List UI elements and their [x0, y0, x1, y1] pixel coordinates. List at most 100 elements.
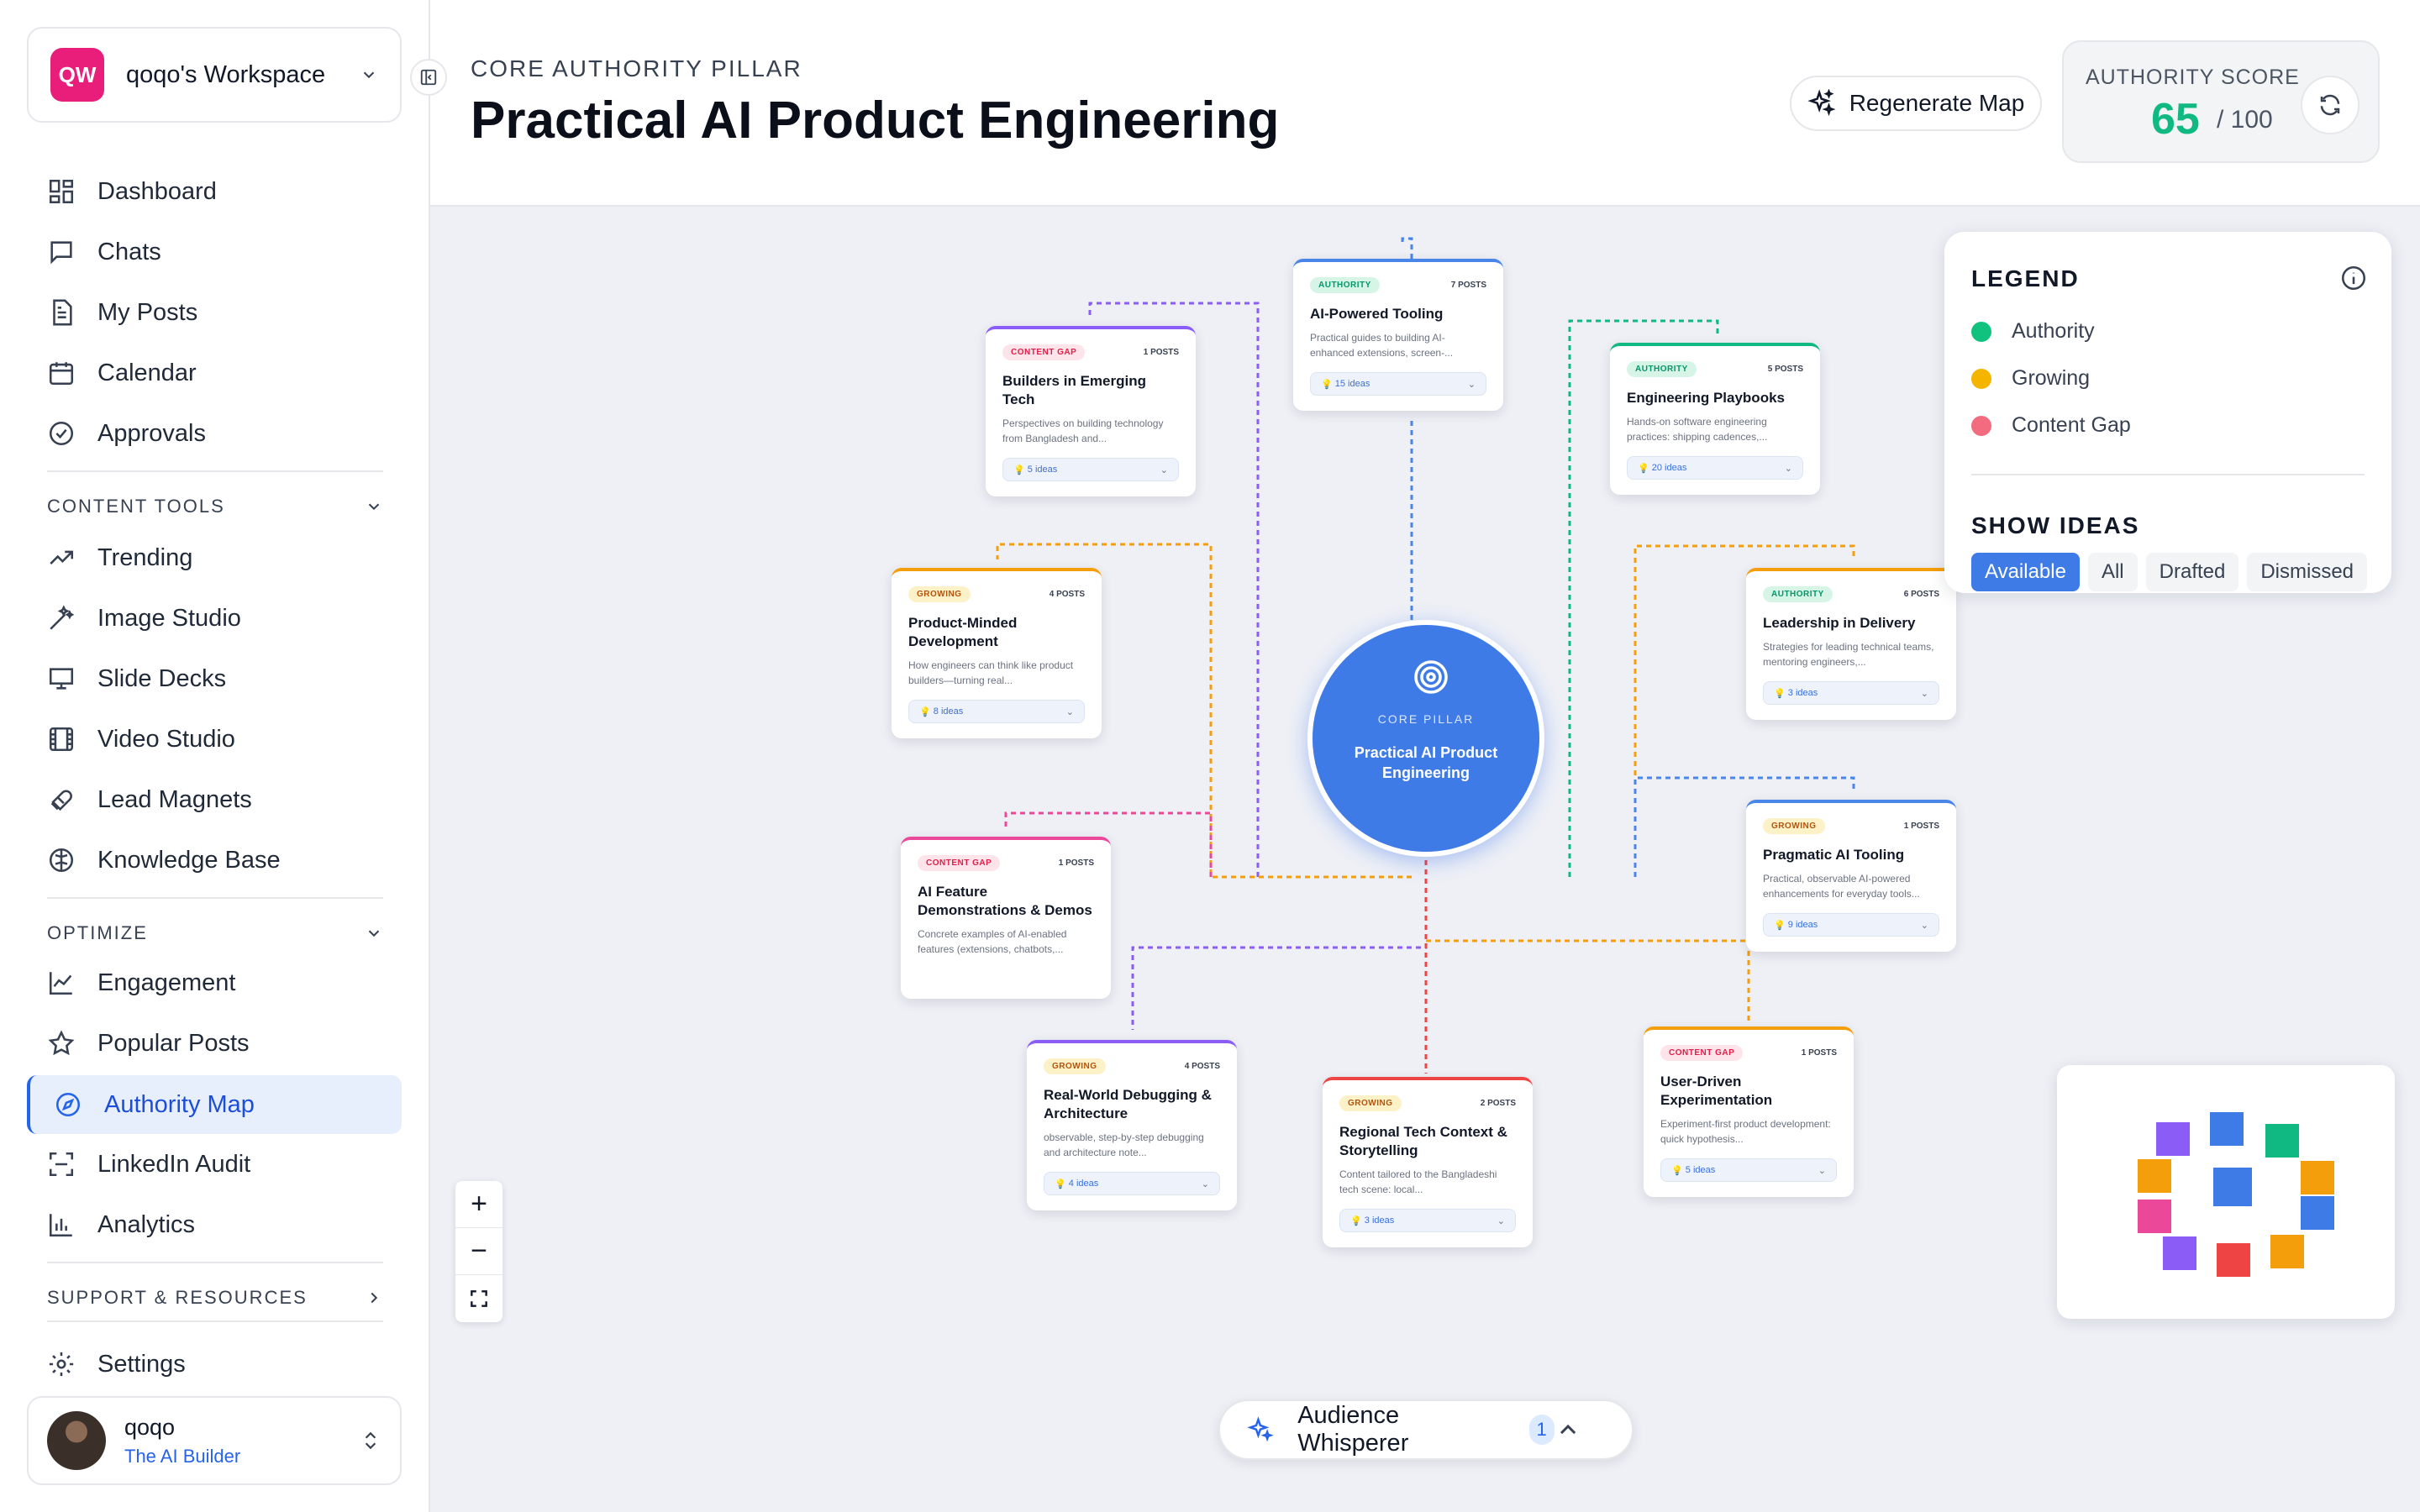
chevron-down-icon: ⌄ [1920, 920, 1928, 931]
card-header: CONTENT GAP 1 POSTS [1002, 344, 1179, 360]
chevron-down-icon: ⌄ [1784, 463, 1792, 474]
topic-card-product-minded[interactable]: GROWING 4 POSTS Product-Minded Developmen… [892, 568, 1102, 738]
ideas-dropdown[interactable]: 💡 4 ideas ⌄ [1044, 1172, 1220, 1195]
workspace-switcher[interactable]: QW qoqo's Workspace [27, 27, 402, 123]
ideas-dropdown[interactable]: 💡 5 ideas ⌄ [1660, 1158, 1837, 1182]
ideas-dropdown[interactable]: 💡 3 ideas ⌄ [1339, 1209, 1516, 1232]
nav-label: Image Studio [97, 604, 241, 632]
divider [47, 470, 383, 472]
section-content-tools[interactable]: CONTENT TOOLS [47, 496, 383, 517]
topic-card-regional[interactable]: GROWING 2 POSTS Regional Tech Context & S… [1323, 1077, 1533, 1247]
topic-card-leadership[interactable]: AUTHORITY 6 POSTS Leadership in Delivery … [1746, 568, 1956, 720]
minimap[interactable] [2057, 1065, 2395, 1319]
user-menu[interactable]: qoqo The AI Builder [27, 1396, 402, 1485]
nav-knowledge-base[interactable]: Knowledge Base [34, 833, 400, 887]
ideas-dropdown[interactable]: 💡 20 ideas ⌄ [1627, 456, 1803, 480]
ideas-dropdown[interactable]: 💡 3 ideas ⌄ [1763, 681, 1939, 705]
topic-card-experimentation[interactable]: CONTENT GAP 1 POSTS User-Driven Experimen… [1644, 1026, 1854, 1197]
sidebar: QW qoqo's Workspace Dashboard Chats My P… [0, 0, 430, 1512]
nav-trending[interactable]: Trending [34, 531, 400, 585]
nav-chats[interactable]: Chats [34, 225, 400, 279]
notification-count: 1 [1528, 1415, 1555, 1445]
nav-settings[interactable]: Settings [34, 1337, 400, 1391]
card-header: AUTHORITY 5 POSTS [1627, 361, 1803, 377]
regenerate-label: Regenerate Map [1849, 90, 2025, 116]
nav-label: Knowledge Base [97, 846, 281, 874]
chevron-down-icon [368, 503, 380, 511]
filter-all[interactable]: All [2087, 553, 2138, 591]
topic-card-engineering-playbooks[interactable]: AUTHORITY 5 POSTS Engineering Playbooks H… [1610, 343, 1820, 495]
ideas-dropdown[interactable]: 💡 8 ideas ⌄ [908, 700, 1085, 723]
nav-video-studio[interactable]: Video Studio [34, 712, 400, 766]
nav-popular-posts[interactable]: Popular Posts [34, 1016, 400, 1070]
nav-label: Dashboard [97, 177, 217, 205]
topic-card-pragmatic-ai[interactable]: GROWING 1 POSTS Pragmatic AI Tooling Prac… [1746, 800, 1956, 952]
nav-slide-decks[interactable]: Slide Decks [34, 652, 400, 706]
ideas-count: 9 ideas [1787, 920, 1818, 930]
topic-card-builders[interactable]: CONTENT GAP 1 POSTS Builders in Emerging … [986, 326, 1196, 496]
nav-analytics[interactable]: Analytics [34, 1198, 400, 1252]
nav-image-studio[interactable]: Image Studio [34, 591, 400, 645]
topic-card-debugging[interactable]: GROWING 4 POSTS Real-World Debugging & Ar… [1027, 1040, 1237, 1210]
card-description: Perspectives on building technology from… [1002, 417, 1164, 444]
bar-chart-icon [49, 1214, 72, 1237]
post-count: 6 POSTS [1903, 590, 1939, 599]
filter-drafted[interactable]: Drafted [2145, 553, 2239, 591]
magnet-icon [50, 790, 72, 811]
sparkles-icon [1807, 89, 1836, 117]
nav-approvals[interactable]: Approvals [34, 407, 400, 460]
section-support[interactable]: SUPPORT & RESOURCES [47, 1287, 383, 1309]
filter-dismissed[interactable]: Dismissed [2247, 553, 2368, 591]
lightbulb-icon: 💡 [1013, 465, 1028, 475]
topic-card-ai-demos[interactable]: CONTENT GAP 1 POSTS AI Feature Demonstrat… [901, 837, 1111, 999]
nav-calendar[interactable]: Calendar [34, 346, 400, 400]
nav-lead-magnets[interactable]: Lead Magnets [34, 773, 400, 827]
nav-linkedin-audit[interactable]: LinkedIn Audit [34, 1137, 400, 1191]
nav-authority-map[interactable]: Authority Map [27, 1075, 402, 1134]
zoom-in-button[interactable]: + [455, 1181, 502, 1228]
authority-map-canvas[interactable]: CONTENT GAP 1 POSTS Builders in Emerging … [430, 207, 2420, 1512]
post-count: 4 POSTS [1049, 590, 1085, 599]
regenerate-map-button[interactable]: Regenerate Map [1790, 76, 2042, 131]
card-description: Concrete examples of AI-enabled features… [918, 928, 1067, 955]
collapse-sidebar-button[interactable] [410, 59, 447, 96]
lightbulb-icon: 💡 [919, 706, 934, 717]
info-icon[interactable] [2339, 264, 2368, 292]
audience-whisperer-button[interactable]: Audience Whisperer 1 [1218, 1399, 1634, 1460]
chevron-right-icon [371, 1292, 378, 1304]
line-chart-icon [49, 972, 72, 995]
core-pillar-node[interactable]: CORE PILLAR Practical AI Product Enginee… [1307, 620, 1544, 857]
filter-available[interactable]: Available [1971, 553, 2080, 591]
card-header: AUTHORITY 6 POSTS [1763, 586, 1939, 602]
ideas-dropdown[interactable]: 💡 15 ideas ⌄ [1310, 372, 1486, 396]
nav-my-posts[interactable]: My Posts [34, 286, 400, 339]
status-badge: GROWING [1044, 1058, 1106, 1074]
nav-label: Approvals [97, 419, 206, 447]
scan-icon [49, 1152, 74, 1177]
topic-card-ai-powered-tooling[interactable]: AUTHORITY 7 POSTS AI-Powered Tooling Prac… [1293, 259, 1503, 411]
nav-dashboard[interactable]: Dashboard [34, 165, 400, 218]
minimap-node [2213, 1168, 2252, 1206]
brain-icon [49, 848, 74, 873]
ideas-dropdown[interactable]: 💡 5 ideas ⌄ [1002, 458, 1179, 481]
section-optimize[interactable]: OPTIMIZE [47, 922, 383, 944]
ideas-count: 5 ideas [1685, 1165, 1716, 1175]
nav-label: Analytics [97, 1210, 196, 1238]
refresh-score-button[interactable] [2301, 76, 2360, 134]
nav-engagement[interactable]: Engagement [34, 956, 400, 1010]
nav-label: Video Studio [97, 725, 235, 753]
minimap-node [2301, 1161, 2334, 1194]
fit-view-button[interactable] [455, 1275, 502, 1322]
zoom-out-button[interactable]: − [455, 1228, 502, 1275]
lightbulb-icon: 💡 [1774, 688, 1788, 699]
card-title: Pragmatic AI Tooling [1763, 847, 1905, 863]
minimap-node [2138, 1200, 2171, 1233]
pillar-name: Practical AI Product Engineering [1354, 744, 1498, 781]
sidebar-collapse-icon [420, 69, 437, 86]
ideas-count: 8 ideas [933, 706, 964, 717]
ideas-dropdown[interactable]: 💡 9 ideas ⌄ [1763, 913, 1939, 937]
check-circle-icon [49, 421, 74, 446]
card-description: Practical, observable AI-powered enhance… [1763, 873, 1920, 900]
nav-label: Chats [97, 238, 161, 265]
page-header: CORE AUTHORITY PILLAR Practical AI Produ… [430, 0, 2420, 207]
